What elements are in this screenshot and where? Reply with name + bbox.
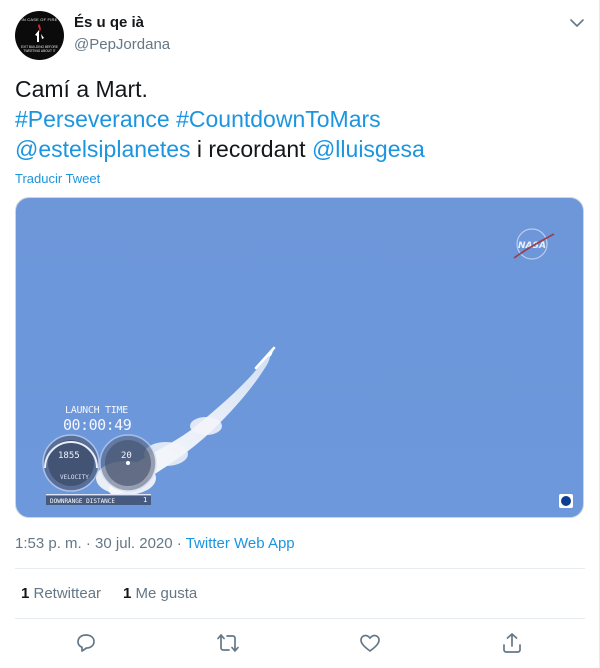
tweet-time[interactable]: 1:53 p. m. [15, 535, 82, 552]
divider [15, 568, 585, 569]
tweet-metadata: 1:53 p. m. · 30 jul. 2020 · Twitter Web … [15, 535, 295, 552]
launch-time-label: LAUNCH TIME [65, 405, 128, 416]
author-handle[interactable]: @PepJordana [74, 36, 170, 53]
reply-icon[interactable] [74, 631, 98, 655]
tweet-date[interactable]: 30 jul. 2020 [95, 535, 173, 552]
velocity-gauge [42, 434, 100, 492]
meta-separator: · [81, 535, 96, 552]
hashtag-link[interactable]: #Perseverance [15, 106, 170, 132]
media-image[interactable]: NASA LAUNCH TIME 00:00:49 1855 VELOCITY … [15, 197, 584, 518]
chevron-down-icon[interactable] [568, 14, 586, 32]
launch-time-value: 00:00:49 [63, 416, 132, 434]
divider [15, 618, 585, 619]
retweets-label: Retwittear [29, 585, 102, 602]
nasa-badge-icon [559, 494, 573, 508]
tweet-card: IN CASE OF FIRE EXIT BUILDING BEFORE TWE… [0, 0, 600, 668]
downrange-distance-value: 1 [143, 496, 148, 504]
velocity-label: VELOCITY [60, 474, 89, 481]
avatar-bottom-text: EXIT BUILDING BEFORE TWEETING ABOUT IT [21, 45, 58, 53]
tweet-text-line: Camí a Mart. [15, 76, 148, 102]
retweets-stat[interactable]: 1 Retwittear [21, 585, 101, 602]
nasa-logo: NASA [513, 228, 555, 260]
hashtag-link[interactable]: #CountdownToMars [176, 106, 381, 132]
like-icon[interactable] [358, 631, 382, 655]
mention-link[interactable]: @lluisgesa [312, 136, 425, 162]
meta-separator: · [172, 535, 186, 552]
altitude-gauge [99, 434, 157, 492]
translate-link[interactable]: Traducir Tweet [15, 171, 100, 186]
retweet-icon[interactable] [216, 631, 240, 655]
avatar-figure-icon [35, 24, 44, 42]
mention-link[interactable]: @estelsiplanetes [15, 136, 191, 162]
avatar[interactable]: IN CASE OF FIRE EXIT BUILDING BEFORE TWE… [15, 11, 64, 60]
velocity-value: 1855 [58, 451, 80, 461]
source-app-link[interactable]: Twitter Web App [186, 535, 295, 552]
likes-label: Me gusta [131, 585, 198, 602]
tweet-text-fragment: i recordant [190, 136, 312, 162]
author-name[interactable]: És u qe ià [74, 14, 144, 31]
launch-scene: NASA [42, 228, 573, 508]
downrange-distance-label: DOWNRANGE DISTANCE [50, 498, 116, 505]
avatar-top-text: IN CASE OF FIRE [21, 17, 58, 22]
altitude-value: 20 [121, 451, 132, 461]
tweet-text: Camí a Mart. #Perseverance #CountdownToM… [15, 74, 585, 164]
likes-stat[interactable]: 1 Me gusta [123, 585, 197, 602]
share-icon[interactable] [500, 631, 524, 655]
